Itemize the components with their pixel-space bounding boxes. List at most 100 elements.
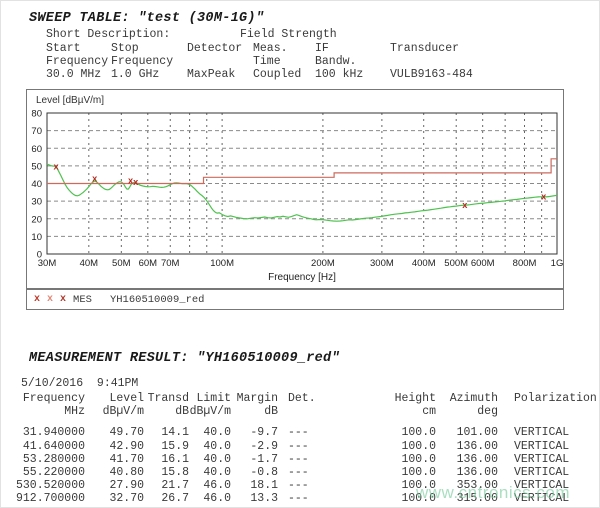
table-cell: 13.3 — [231, 492, 278, 505]
sweep-header: IF — [315, 42, 329, 55]
svg-text:30M: 30M — [38, 258, 57, 269]
column-header: LeveldBµV/m — [85, 392, 144, 418]
svg-text:60M: 60M — [139, 258, 158, 269]
svg-text:30: 30 — [31, 197, 42, 208]
table-cell: 41.640000 — [15, 440, 85, 453]
table-cell: --- — [278, 466, 330, 479]
svg-text:x: x — [92, 174, 98, 184]
table-cell: 15.9 — [144, 440, 189, 453]
sweep-header: Transducer — [390, 42, 459, 55]
table-cell: --- — [278, 453, 330, 466]
svg-text:x: x — [541, 192, 547, 202]
marker-x-icon: x — [47, 294, 53, 305]
table-cell: 16.1 — [144, 453, 189, 466]
svg-text:80: 80 — [31, 109, 42, 120]
svg-text:50: 50 — [31, 161, 42, 172]
table-cell: --- — [278, 440, 330, 453]
column-header: Polarization — [498, 392, 597, 418]
table-cell: 53.280000 — [15, 453, 85, 466]
table-cell: 40.80 — [85, 466, 144, 479]
table-cell: 42.90 — [85, 440, 144, 453]
sweep-header: Frequency — [111, 55, 173, 68]
emc-test-report-page: SWEEP TABLE: "test (30M-1G)" Short Descr… — [0, 0, 600, 508]
column-header: Azimuthdeg — [436, 392, 498, 418]
svg-text:600M: 600M — [471, 258, 495, 269]
column-header: Det. — [278, 392, 330, 418]
short-description-label: Short Description: — [46, 28, 170, 41]
column-header: Heightcm — [330, 392, 436, 418]
svg-text:100M: 100M — [210, 258, 234, 269]
svg-text:1G: 1G — [551, 258, 563, 269]
svg-text:40: 40 — [31, 179, 42, 190]
table-cell: 14.1 — [144, 418, 189, 439]
table-cell: -9.7 — [231, 418, 278, 439]
table-cell: 46.0 — [189, 492, 231, 505]
table-cell: 46.0 — [189, 479, 231, 492]
legend-mes-label: MES — [73, 294, 92, 306]
table-cell: 136.00 — [436, 453, 498, 466]
sweep-table-title: SWEEP TABLE: "test (30M-1G)" — [29, 11, 264, 26]
level-chart-frame: Level [dBµV/m]0102030405060708030M40M50M… — [26, 89, 564, 289]
legend-trace-name: YH160510009_red — [110, 294, 205, 306]
sweep-value: 100 kHz — [315, 68, 363, 81]
marker-x-icon: x — [60, 294, 66, 305]
table-cell: 100.0 — [330, 453, 436, 466]
short-description-value: Field Strength — [240, 28, 337, 41]
svg-text:70M: 70M — [161, 258, 180, 269]
chart-legend: x x x MES YH160510009_red — [26, 289, 564, 310]
table-cell: 40.0 — [189, 466, 231, 479]
sweep-value: 1.0 GHz — [111, 68, 159, 81]
watermark: www.cntronics.com — [416, 483, 570, 503]
table-cell: 15.8 — [144, 466, 189, 479]
svg-text:200M: 200M — [311, 258, 335, 269]
svg-text:Level [dBµV/m]: Level [dBµV/m] — [36, 95, 104, 106]
table-cell: 31.940000 — [15, 418, 85, 439]
table-cell: 100.0 — [330, 418, 436, 439]
column-header: FrequencyMHz — [15, 392, 85, 418]
table-cell: 40.0 — [189, 418, 231, 439]
sweep-value: VULB9163-484 — [390, 68, 473, 81]
table-cell: 40.0 — [189, 440, 231, 453]
table-cell: 40.0 — [189, 453, 231, 466]
sweep-table-columns: StartFrequency30.0 MHzStopFrequency1.0 G… — [1, 42, 600, 84]
table-row: 53.28000041.7016.140.0-1.7---100.0136.00… — [15, 453, 597, 466]
sweep-value: Coupled — [253, 68, 301, 81]
table-cell: 26.7 — [144, 492, 189, 505]
measurement-result-title: MEASUREMENT RESULT: "YH160510009_red" — [29, 351, 340, 366]
table-cell: --- — [278, 418, 330, 439]
table-cell: VERTICAL — [498, 440, 597, 453]
column-header: LimitdBµV/m — [189, 392, 231, 418]
column-header: TransddB — [144, 392, 189, 418]
table-cell: -0.8 — [231, 466, 278, 479]
svg-text:70: 70 — [31, 126, 42, 137]
svg-text:20: 20 — [31, 214, 42, 225]
svg-text:Frequency [Hz]: Frequency [Hz] — [268, 272, 336, 283]
sweep-header: Detector — [187, 42, 242, 55]
table-cell: 32.70 — [85, 492, 144, 505]
sweep-header: Meas. — [253, 42, 288, 55]
sweep-value: 30.0 MHz — [46, 68, 101, 81]
table-cell: 100.0 — [330, 440, 436, 453]
svg-text:x: x — [53, 162, 59, 172]
sweep-header: Bandw. — [315, 55, 356, 68]
measurement-table-header: FrequencyMHzLeveldBµV/mTransddBLimitdBµV… — [15, 392, 597, 418]
sweep-header: Stop — [111, 42, 139, 55]
table-cell: 136.00 — [436, 466, 498, 479]
table-cell: -1.7 — [231, 453, 278, 466]
table-cell: --- — [278, 479, 330, 492]
table-cell: 100.0 — [330, 466, 436, 479]
table-row: 41.64000042.9015.940.0-2.9---100.0136.00… — [15, 440, 597, 453]
marker-x-icon: x — [34, 294, 40, 305]
table-cell: VERTICAL — [498, 466, 597, 479]
svg-text:x: x — [462, 201, 468, 211]
table-row: 55.22000040.8015.840.0-0.8---100.0136.00… — [15, 466, 597, 479]
svg-text:10: 10 — [31, 232, 42, 243]
svg-text:300M: 300M — [370, 258, 394, 269]
level-chart-svg: Level [dBµV/m]0102030405060708030M40M50M… — [27, 90, 563, 288]
table-cell: 18.1 — [231, 479, 278, 492]
sweep-header: Start — [46, 42, 81, 55]
table-cell: 41.70 — [85, 453, 144, 466]
table-cell: 55.220000 — [15, 466, 85, 479]
svg-text:40M: 40M — [80, 258, 99, 269]
sweep-header: Frequency — [46, 55, 108, 68]
